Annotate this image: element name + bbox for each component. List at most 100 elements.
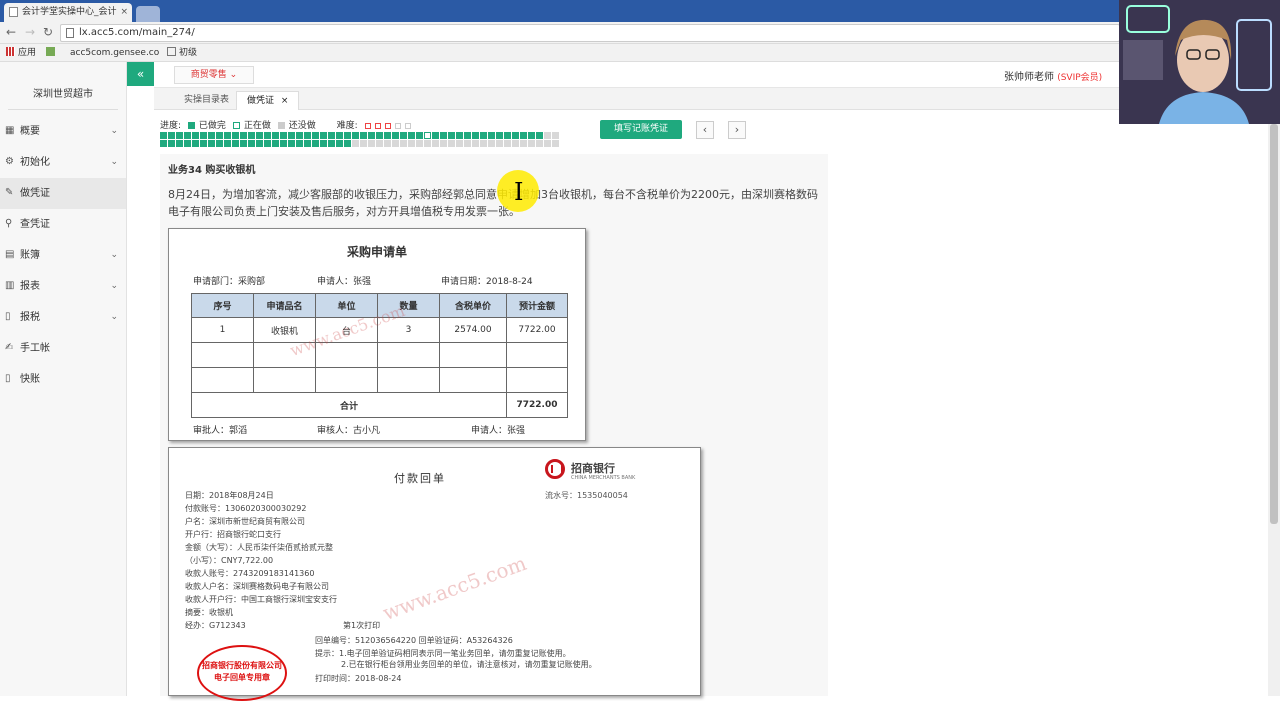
progress-cell-done[interactable] [264,132,271,139]
collapse-sidebar-button[interactable]: « [127,62,154,86]
progress-cell-todo[interactable] [480,140,487,147]
progress-cell-done[interactable] [184,140,191,147]
progress-cell-done[interactable] [184,132,191,139]
progress-cell-done[interactable] [528,132,535,139]
progress-cell-done[interactable] [168,132,175,139]
back-icon[interactable]: ← [6,25,16,39]
progress-cell-done[interactable] [232,132,239,139]
progress-cell-todo[interactable] [544,140,551,147]
progress-cell-todo[interactable] [528,140,535,147]
close-tab-icon[interactable]: × [120,3,128,21]
progress-cell-todo[interactable] [360,140,367,147]
progress-cell-done[interactable] [504,132,511,139]
tab-catalog[interactable]: 实操目录表 [174,91,239,110]
progress-cell-todo[interactable] [392,140,399,147]
industry-dropdown[interactable]: 商贸零售 ⌄ [174,66,254,84]
progress-cell-done[interactable] [192,132,199,139]
new-tab-button[interactable] [136,6,160,22]
progress-cell-done[interactable] [232,140,239,147]
progress-cell-done[interactable] [328,132,335,139]
sidebar-item-ledger[interactable]: ▤ 账簿 ⌄ [0,240,126,271]
progress-cell-done[interactable] [304,140,311,147]
sidebar-item-make-voucher[interactable]: ✎ 做凭证 [0,178,126,209]
bookmark-apps[interactable]: 应用 [6,46,36,60]
sidebar-item-search-voucher[interactable]: ⚲ 查凭证 [0,209,126,240]
progress-cell-todo[interactable] [472,140,479,147]
progress-cell-todo[interactable] [432,140,439,147]
progress-cell-done[interactable] [344,140,351,147]
progress-cell-done[interactable] [392,132,399,139]
progress-cell-done[interactable] [272,140,279,147]
sidebar-item-quick[interactable]: ▯ 快账 [0,364,126,395]
progress-cell-todo[interactable] [416,140,423,147]
browser-tab[interactable]: 会计学堂实操中心_会计 × [4,3,132,22]
bookmark-gensee[interactable]: acc5com.gensee.co [46,46,159,60]
progress-cell-done[interactable] [360,132,367,139]
progress-cell-done[interactable] [456,132,463,139]
progress-cell-done[interactable] [240,132,247,139]
progress-cell-todo[interactable] [488,140,495,147]
progress-cell-done[interactable] [448,132,455,139]
reload-icon[interactable]: ↻ [43,25,53,39]
progress-cell-done[interactable] [368,132,375,139]
progress-cell-done[interactable] [296,132,303,139]
progress-cell-done[interactable] [224,132,231,139]
close-icon[interactable]: × [281,96,289,106]
forward-icon[interactable]: → [25,25,35,39]
sidebar-item-manual[interactable]: ✍ 手工帐 [0,333,126,364]
progress-cell-done[interactable] [408,132,415,139]
progress-cell-done[interactable] [160,140,167,147]
progress-cell-done[interactable] [216,132,223,139]
tab-make-voucher[interactable]: 做凭证 × [236,91,300,110]
progress-cell-done[interactable] [336,132,343,139]
progress-cell-todo[interactable] [352,140,359,147]
progress-cell-done[interactable] [224,140,231,147]
progress-cell-todo[interactable] [376,140,383,147]
progress-cell-done[interactable] [296,140,303,147]
progress-cell-done[interactable] [480,132,487,139]
progress-cell-done[interactable] [512,132,519,139]
progress-cell-done[interactable] [312,140,319,147]
progress-cell-done[interactable] [160,132,167,139]
progress-cell-todo[interactable] [464,140,471,147]
progress-cell-done[interactable] [488,132,495,139]
progress-cell-done[interactable] [216,140,223,147]
progress-cell-todo[interactable] [448,140,455,147]
progress-cell-done[interactable] [280,140,287,147]
progress-cell-done[interactable] [280,132,287,139]
progress-cell-done[interactable] [352,132,359,139]
progress-cell-done[interactable] [320,140,327,147]
progress-cell-done[interactable] [416,132,423,139]
progress-cell-done[interactable] [328,140,335,147]
progress-cell-done[interactable] [240,140,247,147]
sidebar-item-overview[interactable]: ▦ 概要 ⌄ [0,116,126,147]
progress-cell-done[interactable] [400,132,407,139]
progress-cell-done[interactable] [472,132,479,139]
progress-cell-todo[interactable] [520,140,527,147]
progress-cell-done[interactable] [200,140,207,147]
progress-cell-done[interactable] [208,132,215,139]
progress-cell-done[interactable] [200,132,207,139]
progress-cell-todo[interactable] [456,140,463,147]
progress-cell-todo[interactable] [544,132,551,139]
progress-cell-todo[interactable] [440,140,447,147]
progress-cell-done[interactable] [264,140,271,147]
progress-cell-todo[interactable] [400,140,407,147]
sidebar-item-report[interactable]: ▥ 报表 ⌄ [0,271,126,302]
progress-cell-todo[interactable] [504,140,511,147]
next-button[interactable]: › [728,121,746,139]
progress-cell-done[interactable] [304,132,311,139]
progress-cell-doing[interactable] [424,132,431,139]
progress-cell-done[interactable] [176,132,183,139]
sidebar-item-tax[interactable]: ▯ 报税 ⌄ [0,302,126,333]
progress-cell-todo[interactable] [552,140,559,147]
progress-cell-done[interactable] [256,132,263,139]
progress-cell-done[interactable] [272,132,279,139]
progress-cell-done[interactable] [336,140,343,147]
progress-cell-done[interactable] [176,140,183,147]
progress-cell-done[interactable] [432,132,439,139]
progress-cell-done[interactable] [536,132,543,139]
url-input[interactable]: lx.acc5.com/main_274/ [60,24,1120,42]
progress-cell-done[interactable] [496,132,503,139]
progress-cell-todo[interactable] [384,140,391,147]
